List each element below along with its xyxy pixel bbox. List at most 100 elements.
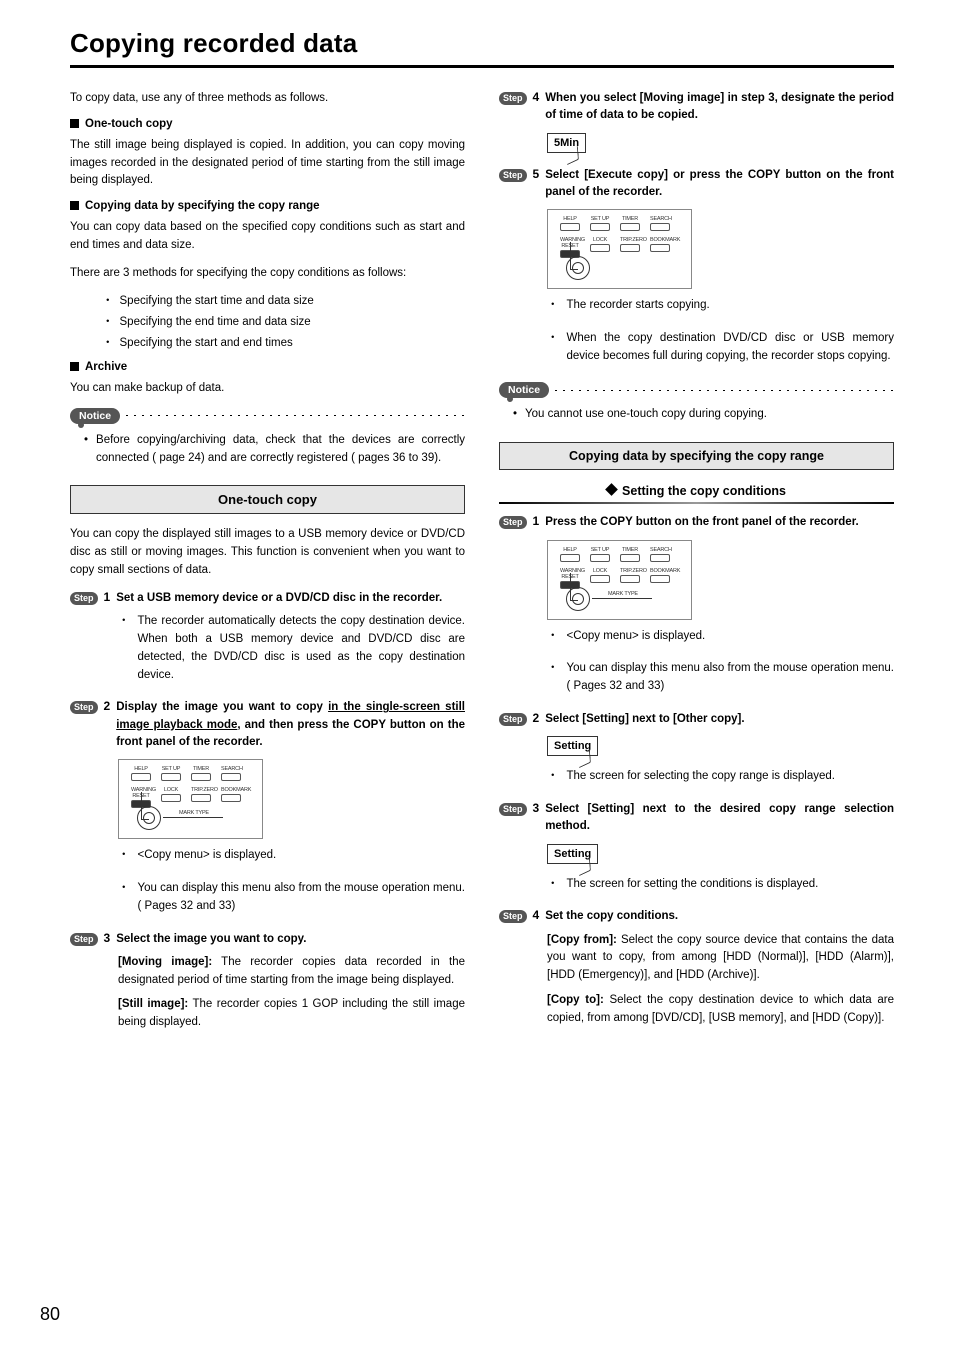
onetouch-body: The still image being displayed is copie… [70,137,465,190]
setting-box-2: Setting [547,844,598,864]
onetouch-head: One-touch copy [85,118,173,130]
section-onetouch: One-touch copy [70,485,465,514]
r-step-row-2: Step 2 Select [Setting] next to [Other c… [499,711,894,728]
copyrange-body1: You can copy data based on the specified… [70,219,465,255]
r-step-row-1: Step 1 Press the COPY button on the fron… [499,514,894,531]
step5-body1: The recorder starts copying. [567,297,710,315]
dot-bullet: ・ You can display this menu also from th… [118,880,465,923]
dot-bullet: ・ <Copy menu> is displayed. [547,628,894,653]
r-step2-body: The screen for selecting the copy range … [567,768,835,786]
diamond-icon [605,483,618,496]
five-min-box: 5Min [547,133,586,153]
dotted-rule [552,390,894,391]
r-step4-to: [Copy to]: Select the copy destination d… [547,992,894,1028]
step-badge: Step [499,713,527,726]
step-num: 3 [104,931,111,945]
r-step-row-3: Step 3 Select [Setting] next to the desi… [499,801,894,836]
r-step3-text: Select [Setting] next to the desired cop… [545,801,894,836]
notice-pill: Notice [499,382,549,398]
title-rule [70,65,894,68]
r-step4-text: Set the copy conditions. [545,908,894,925]
dot-bullet: ・ You can display this menu also from th… [547,660,894,703]
r-step-row-4: Step 4 Set the copy conditions. [499,908,894,925]
step-num: 1 [533,514,540,528]
list-item: ・Specifying the start time and data size [102,293,465,309]
step3-text: Select the image you want to copy. [116,931,465,948]
step-num: 4 [533,90,540,104]
r-step4-sub: [Copy from]: Select the copy source devi… [547,932,894,1028]
step5-text: Select [Execute copy] or press the COPY … [545,167,894,202]
notice-row: Notice [70,408,465,424]
step3-sub: [Moving image]: The recorder copies data… [118,954,465,1032]
step-num: 4 [533,908,540,922]
step-row-5: Step 5 Select [Execute copy] or press th… [499,167,894,202]
page-title: Copying recorded data [70,28,894,59]
notice2-text: You cannot use one-touch copy during cop… [525,406,767,424]
onetouch-head-row: One-touch copy [70,118,465,130]
step-badge: Step [499,516,527,529]
step2-sub: ・ <Copy menu> is displayed. ・ You can di… [118,847,465,922]
step-badge: Step [70,701,98,714]
list-item: ・Specifying the end time and data size [102,314,465,330]
step-num: 2 [533,711,540,725]
step-badge: Step [499,910,527,923]
r-step1-body1: <Copy menu> is displayed. [567,628,706,646]
step-num: 2 [104,699,111,713]
archive-head-row: Archive [70,361,465,373]
copyrange-head: Copying data by specifying the copy rang… [85,200,320,212]
setting-box-1: Setting [547,736,598,756]
r-step1-text: Press the COPY button on the front panel… [545,514,894,531]
step-badge: Step [499,92,527,105]
copyrange-head-row: Copying data by specifying the copy rang… [70,200,465,212]
step-badge: Step [499,169,527,182]
notice1-text: Before copying/archiving data, check tha… [96,432,465,468]
dot-bullet: ・ <Copy menu> is displayed. [118,847,465,872]
left-column: To copy data, use any of three methods a… [70,90,465,1039]
step3-still: [Still image]: The recorder copies 1 GOP… [118,996,465,1032]
dot-bullet: ・ The recorder automatically detects the… [118,613,465,691]
step-num: 3 [533,801,540,815]
step-row-4: Step 4 When you select [Moving image] in… [499,90,894,125]
step-badge: Step [499,803,527,816]
dot-bullet: ・ The screen for setting the conditions … [547,876,894,901]
r-step3-sub: ・ The screen for setting the conditions … [547,876,894,901]
front-panel-figure-2: HELP SET UP TIMER SEARCH WARNING RESET L… [547,209,692,289]
r-step2-sub: ・ The screen for selecting the copy rang… [547,768,894,793]
step-row-3: Step 3 Select the image you want to copy… [70,931,465,948]
notice-bullet: • Before copying/archiving data, check t… [84,432,465,468]
step1-body: The recorder automatically detects the c… [138,613,466,684]
step-row-2: Step 2 Display the image you want to cop… [70,699,465,751]
list-item: ・Specifying the start and end times [102,335,465,351]
r-step2-text: Select [Setting] next to [Other copy]. [545,711,894,728]
section-copyrange: Copying data by specifying the copy rang… [499,442,894,470]
dotted-rule [123,415,465,416]
r-step4-from: [Copy from]: Select the copy source devi… [547,932,894,985]
square-bullet-icon [70,119,79,128]
step-badge: Step [70,933,98,946]
r-step3-body: The screen for setting the conditions is… [567,876,819,894]
notice-row-2: Notice [499,382,894,398]
step5-sub: ・ The recorder starts copying. ・ When th… [547,297,894,372]
front-panel-figure-1: HELP SET UP TIMER SEARCH WARNING RESET L… [118,759,263,839]
notice-pill: Notice [70,408,120,424]
notice-bullet: • You cannot use one-touch copy during c… [513,406,894,424]
square-bullet-icon [70,362,79,371]
r-step1-body2: You can display this menu also from the … [567,660,895,696]
archive-head: Archive [85,361,127,373]
step1-sub: ・ The recorder automatically detects the… [118,613,465,691]
step1-text: Set a USB memory device or a DVD/CD disc… [116,590,465,607]
step-num: 1 [104,590,111,604]
right-column: Step 4 When you select [Moving image] in… [499,90,894,1039]
r-step1-sub: ・ <Copy menu> is displayed. ・ You can di… [547,628,894,703]
copyrange-list: ・Specifying the start time and data size… [102,293,465,351]
step2-text: Display the image you want to copy in th… [116,699,465,751]
onetouch-desc: You can copy the displayed still images … [70,526,465,579]
intro-text: To copy data, use any of three methods a… [70,90,465,108]
step2-body2: You can display this menu also from the … [138,880,466,916]
archive-body: You can make backup of data. [70,380,465,398]
square-bullet-icon [70,201,79,210]
dot-bullet: ・ The screen for selecting the copy rang… [547,768,894,793]
content-columns: To copy data, use any of three methods a… [70,90,894,1039]
copyrange-body2: There are 3 methods for specifying the c… [70,265,465,283]
page-number: 80 [40,1304,60,1325]
